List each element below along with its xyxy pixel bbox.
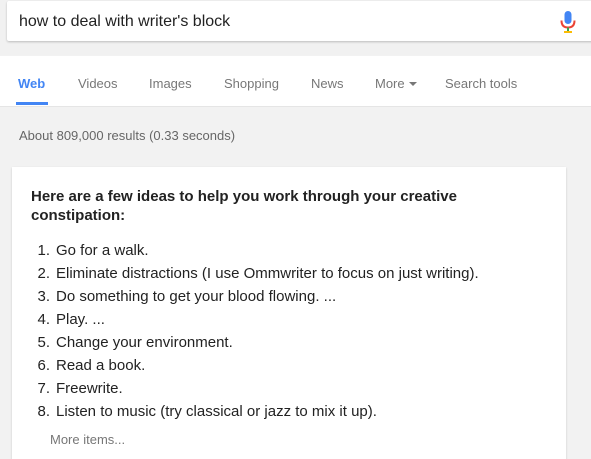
list-item-number: 3. — [37, 288, 50, 305]
tab-more[interactable]: More — [375, 76, 417, 91]
active-tab-indicator — [16, 102, 48, 105]
snippet-heading: Here are a few ideas to help you work th… — [31, 188, 457, 224]
list-item-text: Eliminate distractions (I use Ommwriter … — [56, 265, 479, 282]
list-item-text: Freewrite. — [56, 380, 123, 397]
list-item-text: Go for a walk. — [56, 242, 149, 259]
list-item: 4. Play. ... — [28, 308, 479, 331]
list-item-text: Change your environment. — [56, 334, 233, 351]
more-items-link[interactable]: More items... — [50, 432, 125, 447]
caret-down-icon — [408, 81, 417, 86]
list-item: 2. Eliminate distractions (I use Ommwrite… — [28, 262, 479, 285]
list-item: 3. Do something to get your blood flowing… — [28, 285, 479, 308]
list-item-number: 5. — [37, 334, 50, 351]
list-item-number: 1. — [37, 242, 50, 259]
list-item-number: 2. — [37, 265, 50, 282]
search-results-page: how to deal with writer's block Web Vide… — [0, 0, 591, 459]
tab-more-label: More — [375, 76, 405, 91]
featured-snippet-card: Here are a few ideas to help you work th… — [12, 167, 566, 459]
list-item: 8. Listen to music (try classical or jazz… — [28, 400, 479, 423]
search-box[interactable]: how to deal with writer's block — [7, 1, 591, 41]
list-item: 5. Change your environment. — [28, 331, 479, 354]
list-item-number: 4. — [37, 311, 50, 328]
tab-news[interactable]: News — [311, 76, 344, 91]
tab-shopping[interactable]: Shopping — [224, 76, 279, 91]
list-item-number: 7. — [37, 380, 50, 397]
list-item: 7. Freewrite. — [28, 377, 479, 400]
list-item-text: Listen to music (try classical or jazz t… — [56, 403, 377, 420]
list-item-text: Do something to get your blood flowing. … — [56, 288, 337, 305]
list-item: 1. Go for a walk. — [28, 239, 479, 262]
tab-web[interactable]: Web — [18, 76, 45, 91]
list-item-text: Read a book. — [56, 357, 146, 374]
tab-search-tools[interactable]: Search tools — [445, 76, 517, 91]
tab-images[interactable]: Images — [149, 76, 192, 91]
search-input[interactable]: how to deal with writer's block — [19, 13, 230, 31]
tab-videos[interactable]: Videos — [78, 76, 118, 91]
list-item-number: 8. — [37, 403, 50, 420]
list-item: 6. Read a book. — [28, 354, 479, 377]
search-tabs: Web Videos Images Shopping News More Sea… — [0, 56, 591, 107]
idea-list: 1. Go for a walk. 2. Eliminate distraction… — [28, 239, 479, 423]
microphone-icon[interactable] — [559, 10, 577, 34]
list-item-text: Play. ... — [56, 311, 105, 328]
list-item-number: 6. — [37, 357, 50, 374]
result-stats: About 809,000 results (0.33 seconds) — [19, 128, 236, 143]
search-header: how to deal with writer's block — [0, 0, 591, 55]
